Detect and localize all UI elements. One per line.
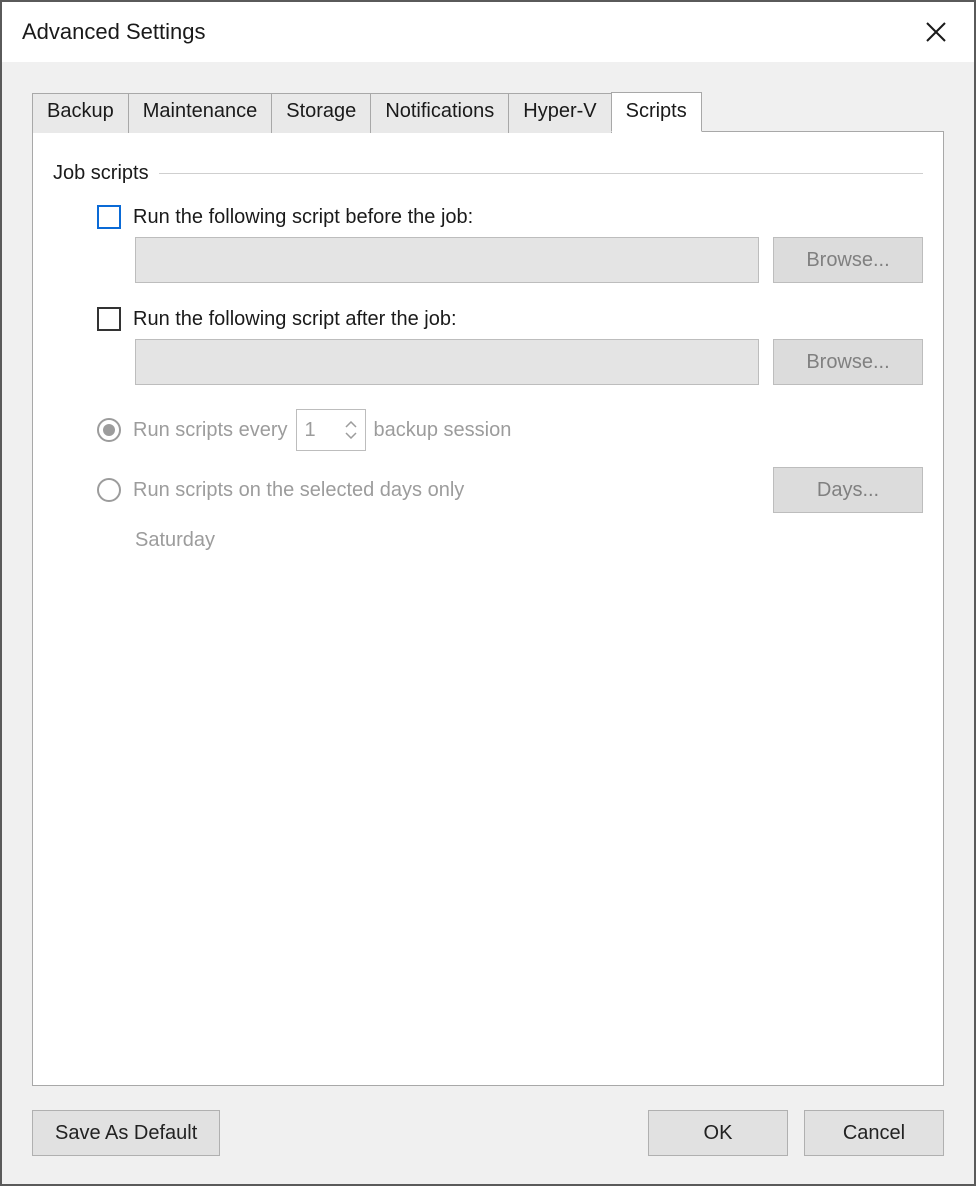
- client-area: Backup Maintenance Storage Notifications…: [2, 62, 974, 1184]
- spinner-arrows: [337, 410, 365, 450]
- run-selected-days-radio[interactable]: [97, 478, 121, 502]
- tab-backup[interactable]: Backup: [32, 93, 129, 133]
- ok-button[interactable]: OK: [648, 1110, 788, 1156]
- tab-notifications[interactable]: Notifications: [370, 93, 509, 133]
- before-job-row: Run the following script before the job:: [53, 205, 923, 229]
- tab-hyper-v[interactable]: Hyper-V: [508, 93, 611, 133]
- selected-days-text: Saturday: [53, 529, 923, 552]
- before-job-label: Run the following script before the job:: [133, 206, 473, 229]
- days-button[interactable]: Days...: [773, 467, 923, 513]
- group-divider: [159, 173, 923, 174]
- before-job-checkbox[interactable]: [97, 205, 121, 229]
- run-selected-days-row: Run scripts on the selected days only Da…: [53, 467, 923, 513]
- tab-storage[interactable]: Storage: [271, 93, 371, 133]
- scripts-panel: Job scripts Run the following script bef…: [32, 131, 944, 1086]
- run-every-suffix: backup session: [374, 419, 512, 442]
- run-selected-days-label: Run scripts on the selected days only: [133, 479, 464, 502]
- close-button[interactable]: [916, 12, 956, 52]
- after-job-label: Run the following script after the job:: [133, 308, 457, 331]
- dialog-footer: Save As Default OK Cancel: [32, 1086, 944, 1164]
- after-job-row: Run the following script after the job:: [53, 307, 923, 331]
- dialog-title: Advanced Settings: [22, 19, 916, 45]
- chevron-down-icon: [345, 431, 357, 439]
- run-every-row: Run scripts every 1 backup session: [53, 409, 923, 451]
- tab-strip: Backup Maintenance Storage Notifications…: [32, 92, 944, 132]
- after-job-input-row: Browse...: [53, 339, 923, 385]
- close-icon: [924, 20, 948, 44]
- run-every-prefix: Run scripts every: [133, 419, 288, 442]
- save-as-default-button[interactable]: Save As Default: [32, 1110, 220, 1156]
- chevron-up-icon: [345, 421, 357, 429]
- before-job-script-path[interactable]: [135, 237, 759, 283]
- radio-dot-icon: [103, 424, 115, 436]
- group-job-scripts: Job scripts: [53, 162, 923, 185]
- after-job-checkbox[interactable]: [97, 307, 121, 331]
- run-every-value: 1: [297, 419, 337, 442]
- advanced-settings-dialog: Advanced Settings Backup Maintenance Sto…: [0, 0, 976, 1186]
- run-every-count-spinner[interactable]: 1: [296, 409, 366, 451]
- before-job-browse-button[interactable]: Browse...: [773, 237, 923, 283]
- group-title: Job scripts: [53, 162, 149, 185]
- tab-maintenance[interactable]: Maintenance: [128, 93, 273, 133]
- after-job-script-path[interactable]: [135, 339, 759, 385]
- title-bar: Advanced Settings: [2, 2, 974, 62]
- tab-scripts[interactable]: Scripts: [611, 92, 702, 132]
- cancel-button[interactable]: Cancel: [804, 1110, 944, 1156]
- before-job-input-row: Browse...: [53, 237, 923, 283]
- run-every-radio[interactable]: [97, 418, 121, 442]
- after-job-browse-button[interactable]: Browse...: [773, 339, 923, 385]
